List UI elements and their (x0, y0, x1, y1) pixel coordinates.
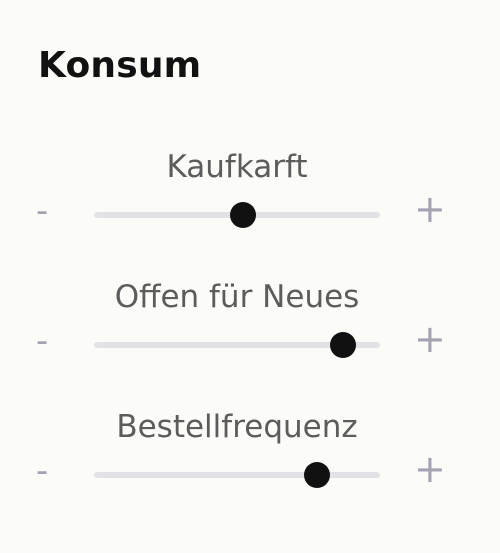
slider-track-offen-fuer-neues[interactable] (94, 332, 380, 358)
slider-thumb-kaufkraft[interactable] (229, 202, 256, 228)
slider-label-kaufkraft: Kaufkarft (166, 149, 308, 185)
slider-track-bestellfrequenz[interactable] (94, 462, 380, 488)
slider-label-bestellfrequenz: Bestellfrequenz (116, 409, 358, 445)
slider-offen-fuer-neues: Offen für Neues - + (0, 282, 500, 362)
section-title: Konsum (38, 45, 202, 86)
slider-thumb-bestellfrequenz[interactable] (304, 462, 331, 488)
decrease-offen-fuer-neues-button[interactable]: - (36, 324, 48, 358)
decrease-kaufkraft-button[interactable]: - (36, 194, 48, 228)
increase-bestellfrequenz-button[interactable]: + (414, 450, 446, 488)
decrease-bestellfrequenz-button[interactable]: - (36, 454, 48, 488)
slider-kaufkraft: Kaufkarft - + (0, 152, 500, 232)
increase-offen-fuer-neues-button[interactable]: + (414, 320, 446, 358)
slider-thumb-offen-fuer-neues[interactable] (329, 332, 356, 358)
slider-label-offen-fuer-neues: Offen für Neues (114, 279, 360, 315)
slider-bestellfrequenz: Bestellfrequenz - + (0, 412, 500, 492)
slider-track-kaufkraft[interactable] (94, 202, 380, 228)
increase-kaufkraft-button[interactable]: + (414, 190, 446, 228)
